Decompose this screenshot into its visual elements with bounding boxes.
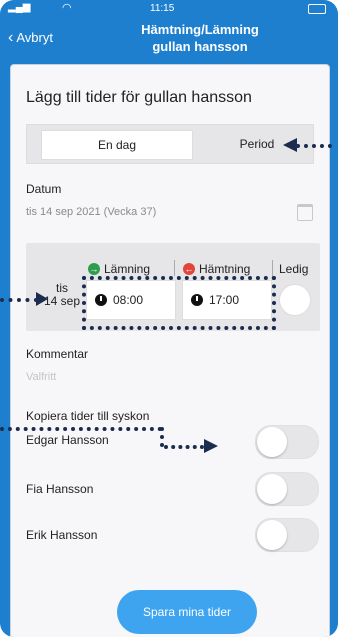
annotation-arrow-line [0, 427, 162, 431]
signal-icon: ▂▄▆ [8, 2, 31, 13]
form-title: Lägg till tider för gullan hansson [26, 89, 252, 106]
nav-header: ‹ Avbryt Hämtning/Lämning gullan hansson [0, 18, 338, 64]
day-label: tis 14 sep [44, 282, 80, 308]
annotation-arrow-right-icon [36, 292, 48, 306]
page-title: Hämtning/Lämning gullan hansson [80, 21, 320, 55]
segment-en-dag[interactable]: En dag [41, 130, 193, 160]
battery-icon [308, 4, 326, 14]
day-date: 14 sep [44, 294, 81, 308]
header-divider [272, 260, 273, 276]
annotation-arrow-line [296, 144, 332, 148]
arrow-left-icon: ← [183, 263, 195, 275]
back-label: Avbryt [16, 30, 53, 45]
annotation-arrow-right-icon [204, 439, 218, 453]
wifi-icon: ◠ [62, 2, 72, 14]
toggle-knob [257, 427, 287, 457]
header-divider [174, 260, 175, 276]
free-day-toggle[interactable] [279, 284, 311, 316]
toggle-knob [257, 474, 287, 504]
sibling-name: Edgar Hansson [26, 433, 109, 447]
comment-input[interactable]: Valfritt [26, 371, 56, 383]
toggle-knob [257, 520, 287, 550]
annotation-arrow-line [0, 298, 38, 302]
sibling-name: Fia Hansson [26, 482, 94, 496]
status-time: 11:15 [150, 3, 175, 14]
sibling-toggle-edgar[interactable] [255, 425, 319, 459]
sibling-name: Erik Hansson [26, 528, 98, 542]
save-times-button[interactable]: Spara mina tider [117, 590, 257, 634]
drop-off-header: → Lämning [88, 262, 150, 276]
back-button[interactable]: ‹ Avbryt [8, 29, 53, 46]
annotation-arrow-left-icon [283, 138, 297, 152]
date-field[interactable]: tis 14 sep 2021 (Vecka 37) [26, 206, 156, 218]
annotation-arrow-line [160, 427, 164, 447]
copy-siblings-heading: Kopiera tider till syskon [26, 409, 150, 423]
pickup-label: Hämtning [199, 262, 251, 276]
status-bar: ▂▄▆ ◠ 11:15 [0, 0, 338, 18]
drop-off-label: Lämning [104, 262, 151, 276]
mode-segmented-control: En dag Period [26, 124, 314, 164]
sibling-toggle-erik[interactable] [255, 518, 319, 552]
comment-label: Kommentar [26, 347, 89, 361]
annotation-highlight-box [82, 276, 276, 330]
pickup-header: ← Hämtning [183, 262, 250, 276]
arrow-right-icon: → [88, 263, 100, 275]
annotation-arrow-line [164, 445, 204, 449]
date-label: Datum [26, 182, 62, 196]
chevron-left-icon: ‹ [8, 29, 14, 46]
page-title-line2: gullan hansson [152, 39, 248, 54]
free-label: Ledig [279, 262, 309, 276]
calendar-icon[interactable] [297, 204, 313, 221]
page-title-line1: Hämtning/Lämning [141, 22, 259, 37]
sibling-toggle-fia[interactable] [255, 472, 319, 506]
